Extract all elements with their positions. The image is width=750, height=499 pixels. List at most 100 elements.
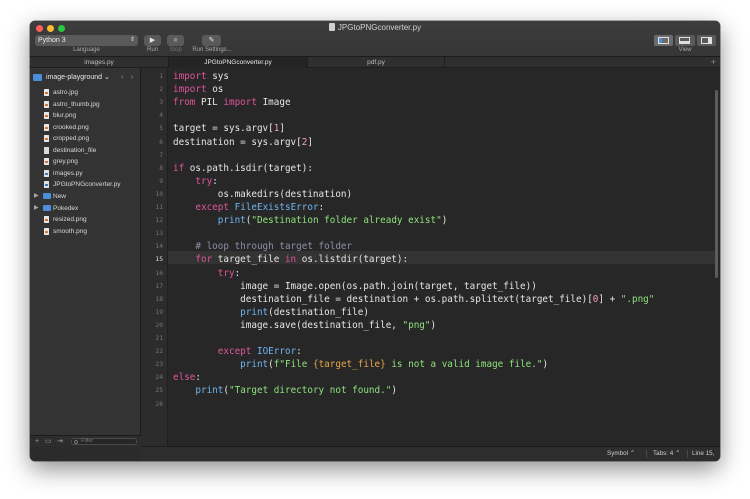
code-line-19: print(destination_file) xyxy=(240,306,369,318)
new-folder-icon[interactable]: ▭ xyxy=(45,436,52,447)
cursor-position: Line 15, Column 43 xyxy=(692,450,715,457)
sidebar-item[interactable]: ▶ New xyxy=(30,191,140,202)
sidebar-item-label: astro_thumb.jpg xyxy=(53,100,100,108)
sidebar-item[interactable]: JPGtoPNGconverter.py xyxy=(30,179,140,190)
status-divider xyxy=(646,450,647,458)
filter-input[interactable]: Filter xyxy=(71,438,137,445)
sidebar-item-label: destination_file xyxy=(53,146,97,154)
code-line-10: os.makedirs(destination) xyxy=(173,188,353,200)
line-number: 25 xyxy=(155,387,163,395)
back-chevron-icon[interactable]: ‹ xyxy=(121,73,123,82)
project-header[interactable]: image-playground ⌄ ‹ › xyxy=(33,73,138,82)
sidebar-item-label: astro.jpg xyxy=(53,89,78,96)
folder-icon xyxy=(43,204,51,211)
sidebar-layout-icon xyxy=(658,37,669,44)
sidebar-item-label: resized.png xyxy=(53,216,87,224)
line-number: 14 xyxy=(155,243,163,251)
code-editor[interactable]: 1 2 3 4 5 6 7 8 9 10 11 12 13 14 15 16 17 18 19 20 21 22 23 24 2… xyxy=(141,68,720,446)
line-number: 17 xyxy=(155,282,163,290)
line-number: 7 xyxy=(159,151,163,159)
language-label: Language xyxy=(73,47,100,53)
code-line-18: destination_file = destination + os.path… xyxy=(173,293,655,305)
status-bar: Symbol ⌃ Tabs: 4 ⌃ Line 15, Column 43 xyxy=(141,446,720,461)
line-number: 16 xyxy=(155,269,163,277)
run-button[interactable]: ▶ xyxy=(144,35,161,46)
filter-placeholder: Filter xyxy=(81,438,94,444)
stop-label: Stop xyxy=(169,47,182,53)
line-number: 21 xyxy=(155,335,163,342)
code-line-16: try: xyxy=(217,267,241,279)
tab-pdf-py[interactable]: pdf.py xyxy=(308,57,445,68)
stop-button[interactable]: ■ xyxy=(167,35,184,46)
stop-icon: ■ xyxy=(173,37,178,44)
tab-jpgtopngconverter-py[interactable]: JPGtoPNGconverter.py xyxy=(169,57,308,68)
sidebar-item[interactable]: images.py xyxy=(30,168,140,179)
sidebar-item[interactable]: astro_thumb.jpg xyxy=(30,99,140,110)
code-line-8: if os.path.isdir(target): xyxy=(173,162,313,174)
vertical-scrollbar[interactable] xyxy=(715,90,718,278)
forward-chevron-icon[interactable]: › xyxy=(131,73,133,82)
tab-images-py[interactable]: images.py xyxy=(30,57,169,68)
disclosure-triangle-icon[interactable]: ▶ xyxy=(34,191,39,202)
console-layout-icon xyxy=(679,37,691,44)
reveal-icon[interactable]: ⇥ xyxy=(57,436,63,447)
add-file-plus-icon[interactable]: + xyxy=(35,436,39,447)
project-name: image-playground ⌄ xyxy=(46,74,110,81)
python-file-icon xyxy=(44,169,49,177)
code-line-6: destination = sys.argv[2] xyxy=(173,136,313,148)
toggle-console-button[interactable] xyxy=(675,35,695,46)
status-divider xyxy=(687,450,688,458)
code-line-2: import os xyxy=(173,84,224,96)
sidebar-item-label: images.py xyxy=(53,169,83,177)
run-settings-button[interactable]: ✎ xyxy=(202,35,221,46)
line-number: 12 xyxy=(155,217,163,225)
view-segmented-control xyxy=(654,35,716,46)
line-number: 11 xyxy=(155,204,163,211)
sidebar-item-label: smooth.png xyxy=(53,227,87,235)
sidebar-item[interactable]: astro.jpg xyxy=(30,87,140,98)
sidebar-item[interactable]: destination_file xyxy=(30,145,140,156)
language-select[interactable]: Python 3 ⇕ xyxy=(35,35,138,46)
sidebar-item[interactable]: grey.png xyxy=(30,156,140,167)
code-line-22: except IOError: xyxy=(217,346,302,358)
line-number: 18 xyxy=(155,295,163,303)
sidebar-item[interactable]: resized.png xyxy=(30,214,140,225)
code-line-14: # loop through target folder xyxy=(195,241,353,253)
image-file-icon xyxy=(44,123,49,131)
code-line-20: image.save(destination_file, "png") xyxy=(173,319,437,331)
sidebar-item[interactable]: blur.png xyxy=(30,110,140,121)
image-file-icon xyxy=(44,135,49,143)
line-number: 10 xyxy=(155,190,163,198)
tab-width-menu[interactable]: Tabs: 4 ⌃ xyxy=(653,447,680,461)
line-number: 2 xyxy=(159,86,163,94)
disclosure-triangle-icon[interactable]: ▶ xyxy=(34,203,39,214)
python-file-icon xyxy=(44,181,49,189)
language-value: Python 3 xyxy=(38,37,66,44)
sidebar-item[interactable]: smooth.png xyxy=(30,226,140,237)
symbol-menu[interactable]: Symbol ⌃ xyxy=(607,447,635,461)
sidebar-item[interactable]: crooked.png xyxy=(30,122,140,133)
sidebar-item-label: grey.png xyxy=(53,158,78,166)
toggle-sidebar-button[interactable] xyxy=(654,35,674,46)
toggle-inspector-button[interactable] xyxy=(696,35,716,46)
line-number: 20 xyxy=(155,321,163,329)
code-line-5: target = sys.argv[1] xyxy=(173,123,285,135)
code-line-3: from PIL import Image xyxy=(173,97,291,109)
line-number: 9 xyxy=(159,177,163,185)
line-number: 23 xyxy=(155,361,163,369)
line-number: 24 xyxy=(155,374,163,382)
image-file-icon xyxy=(44,216,49,224)
title-bar: JPGtoPNGconverter.py Python 3 ⇕ Language… xyxy=(30,21,720,57)
code-line-24: else: xyxy=(173,372,201,384)
new-tab-plus-icon[interactable]: + xyxy=(711,57,716,67)
sidebar-item[interactable]: ▶ Pokedex xyxy=(30,203,140,214)
sidebar-item[interactable]: cropped.png xyxy=(30,133,140,144)
code-line-15: for target_file in os.listdir(target): xyxy=(195,254,409,266)
editor-window: JPGtoPNGconverter.py Python 3 ⇕ Language… xyxy=(30,21,720,461)
line-number: 26 xyxy=(155,400,163,408)
line-number: 5 xyxy=(159,125,163,133)
wrench-icon: ✎ xyxy=(208,37,215,44)
